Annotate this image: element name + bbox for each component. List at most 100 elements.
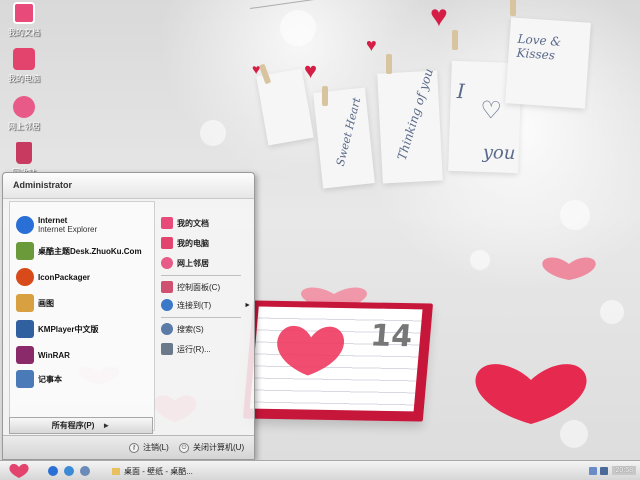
note-text: Love & Kisses [516,31,562,63]
place-my-documents[interactable]: 我的文档 [161,217,209,229]
network-icon [13,96,35,118]
pinned-heart: ♥ [304,58,318,83]
network-tray-icon[interactable] [589,466,598,475]
pinned-heart: ♥ [366,35,377,55]
bokeh-light [470,250,490,270]
desktop-icon-network[interactable]: 网上邻居 [2,96,46,132]
run-icon [161,343,173,355]
program-notepad[interactable]: 记事本 [16,370,62,388]
scribbled-heart [268,321,351,380]
all-programs-label: 所有程序(P) [51,421,95,430]
note-text: Sweet Heart [333,96,364,168]
pinned-heart: ♥ [252,61,261,77]
power-icon: ⏻ [179,442,189,453]
paint-icon [16,294,34,312]
start-menu-user: Administrator [3,173,254,199]
program-zhuoku[interactable]: 桌酷主题Desk.ZhuoKu.Com [16,242,142,260]
arrow-right-icon: ► [102,421,111,430]
network-icon [161,257,173,269]
calendar-day-number: 14 [368,318,414,355]
clothespin [452,30,458,50]
taskbar-window-button[interactable]: 桌面 - 壁纸 - 桌酷... [112,464,202,478]
heart-start-icon [9,463,29,478]
place-label: 运行(R)... [177,344,211,354]
start-menu-footer: ⚷ 注销(L) ⏻ 关闭计算机(U) [3,435,254,459]
program-internet-explorer[interactable]: Internet Internet Explorer [16,216,97,234]
program-paint[interactable]: 画图 [16,294,54,312]
kmplayer-icon [16,320,34,338]
desktop-icon-label: 我的文档 [8,28,40,37]
volume-tray-icon[interactable] [600,466,609,475]
clothespin [510,0,516,16]
key-icon: ⚷ [129,442,139,453]
bokeh-light [200,120,226,146]
program-title: 桌酷主题Desk.ZhuoKu.Com [38,246,142,256]
start-menu: Administrator Internet Internet Explorer… [2,172,255,460]
chevron-right-icon: ► [244,301,251,309]
notepad-icon [16,370,34,388]
place-label: 我的电脑 [177,238,209,248]
program-iconpackager[interactable]: IconPackager [16,268,90,286]
computer-icon [161,237,173,249]
shutdown-label: 关闭计算机(U) [193,443,245,452]
ie-icon [16,216,34,234]
program-title: KMPlayer中文版 [38,324,99,334]
all-programs-button[interactable]: 所有程序(P) ► [9,417,153,434]
taskbar: 桌面 - 壁纸 - 桌酷... 20:58 [0,460,640,480]
note-text: Thinking of you [394,66,436,162]
hanging-note: Thinking of you [377,66,443,184]
place-connect-to[interactable]: 连接到(T) ► [161,299,251,311]
desktop-quicklaunch-icon[interactable] [80,465,90,476]
program-title: Internet [38,216,68,225]
menu-separator [161,317,241,318]
search-icon [161,323,173,335]
logoff-button[interactable]: ⚷ 注销(L) [129,442,169,453]
logoff-label: 注销(L) [143,443,169,452]
place-my-computer[interactable]: 我的电脑 [161,237,209,249]
iconpackager-icon [16,268,34,286]
program-title: WinRAR [38,350,70,360]
desktop-icon-my-computer[interactable]: 我的电脑 [2,48,46,84]
winrar-icon [16,346,34,364]
clothespin [386,54,392,74]
system-tray: 20:58 [578,461,640,480]
folder-icon [112,467,120,475]
bokeh-light [600,300,624,324]
place-network[interactable]: 网上邻居 [161,257,209,269]
place-label: 控制面板(C) [177,282,221,292]
place-search[interactable]: 搜索(S) [161,323,204,335]
program-title: 画图 [38,298,54,308]
floor-heart [538,256,600,282]
documents-icon [13,2,35,24]
place-label: 我的文档 [177,218,209,228]
program-kmplayer[interactable]: KMPlayer中文版 [16,320,98,338]
computer-icon [13,48,35,70]
floor-heart [468,362,594,426]
shutdown-button[interactable]: ⏻ 关闭计算机(U) [179,442,244,453]
program-subtitle: Internet Explorer [38,225,98,234]
start-menu-programs: Internet Internet Explorer 桌酷主题Desk.Zhuo… [9,201,155,431]
clock[interactable]: 20:58 [612,466,636,475]
note-heart-drawing: ♡ [479,95,503,125]
control-panel-icon [161,281,173,293]
bokeh-light [560,200,590,230]
documents-icon [161,217,173,229]
ie-quicklaunch-icon[interactable] [48,465,58,476]
program-title: IconPackager [38,272,91,282]
place-run[interactable]: 运行(R)... [161,343,211,355]
desktop-icon-my-documents[interactable]: 我的文档 [2,2,46,38]
place-control-panel[interactable]: 控制面板(C) [161,281,220,293]
note-text: you [482,141,516,165]
connect-icon [161,299,173,311]
place-label: 网上邻居 [177,258,209,268]
start-button[interactable] [4,462,34,480]
calendar-book: 14 [242,300,434,422]
desktop-icon-label: 网上邻居 [8,122,40,131]
place-label: 连接到(T) [177,300,212,310]
place-label: 搜索(S) [177,324,204,334]
program-winrar[interactable]: WinRAR [16,346,70,364]
hanging-note: Love & Kisses [505,17,591,109]
desktop-icon-label: 我的电脑 [8,74,40,83]
media-quicklaunch-icon[interactable] [64,465,74,476]
note-text: I [456,79,466,104]
